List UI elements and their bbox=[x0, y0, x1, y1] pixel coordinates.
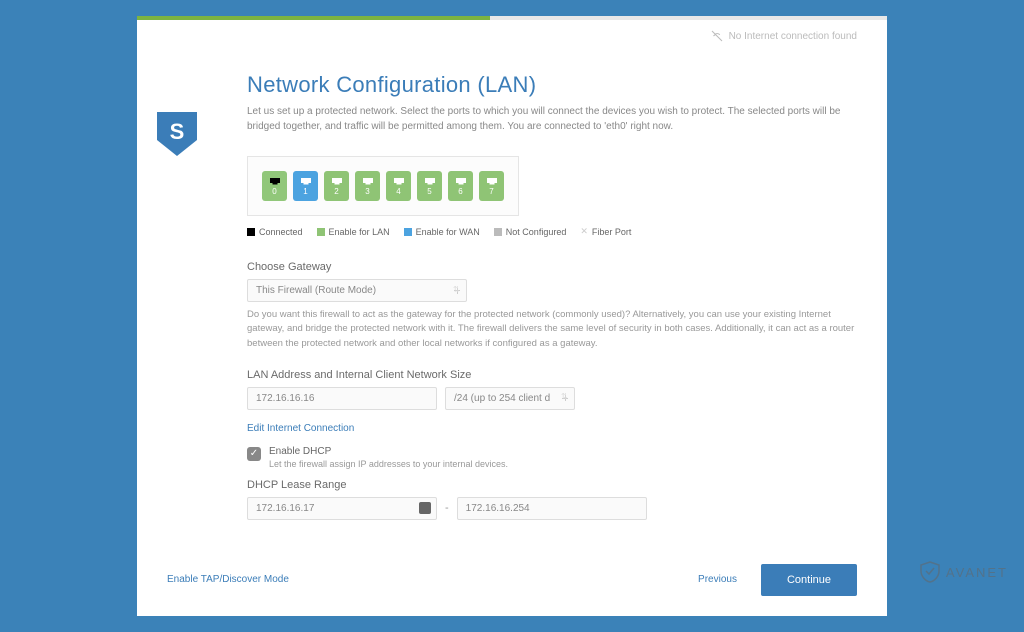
dhcp-range-row: - bbox=[247, 497, 857, 520]
ip-picker-icon[interactable] bbox=[419, 502, 431, 514]
dhcp-enable-row: ✓ Enable DHCP Let the firewall assign IP… bbox=[247, 446, 857, 469]
dhcp-enable-label: Enable DHCP bbox=[269, 446, 508, 457]
legend-connected: Connected bbox=[247, 227, 303, 237]
ethernet-icon bbox=[362, 176, 374, 186]
ethernet-icon bbox=[393, 176, 405, 186]
ethernet-icon bbox=[300, 176, 312, 186]
ethernet-icon bbox=[269, 176, 281, 186]
ethernet-icon bbox=[455, 176, 467, 186]
dhcp-start-wrap bbox=[247, 497, 437, 520]
ports-container: 0 1 2 3 4 5 6 7 bbox=[247, 156, 519, 216]
subnet-select-wrap: /24 (up to 254 client devices) bbox=[445, 387, 575, 410]
main-content: S Network Configuration (LAN) Let us set… bbox=[137, 72, 887, 540]
port-0[interactable]: 0 bbox=[262, 171, 287, 201]
no-internet-icon bbox=[711, 30, 723, 42]
port-number: 3 bbox=[365, 187, 369, 196]
brand-logo-icon: S bbox=[157, 112, 197, 158]
previous-button[interactable]: Previous bbox=[698, 574, 737, 585]
edit-internet-link[interactable]: Edit Internet Connection bbox=[247, 423, 354, 434]
port-number: 6 bbox=[458, 187, 462, 196]
no-internet-text: No Internet connection found bbox=[729, 31, 857, 42]
subnet-select[interactable]: /24 (up to 254 client devices) bbox=[445, 387, 575, 410]
page-subtitle: Let us set up a protected network. Selec… bbox=[247, 104, 857, 134]
lan-label: LAN Address and Internal Client Network … bbox=[247, 369, 857, 381]
ethernet-icon bbox=[486, 176, 498, 186]
port-number: 4 bbox=[396, 187, 400, 196]
legend-not-configured: Not Configured bbox=[494, 227, 567, 237]
legend-wan: Enable for WAN bbox=[404, 227, 480, 237]
page-title: Network Configuration (LAN) bbox=[247, 72, 857, 98]
dhcp-range-label: DHCP Lease Range bbox=[247, 479, 857, 491]
port-2[interactable]: 2 bbox=[324, 171, 349, 201]
port-5[interactable]: 5 bbox=[417, 171, 442, 201]
gateway-select[interactable]: This Firewall (Route Mode) bbox=[247, 279, 467, 302]
port-number: 5 bbox=[427, 187, 431, 196]
ethernet-icon bbox=[331, 176, 343, 186]
port-1[interactable]: 1 bbox=[293, 171, 318, 201]
top-status: No Internet connection found bbox=[137, 20, 887, 42]
wizard-container: No Internet connection found S Network C… bbox=[137, 16, 887, 616]
dhcp-enable-desc: Let the firewall assign IP addresses to … bbox=[269, 459, 508, 469]
lan-row: /24 (up to 254 client devices) bbox=[247, 387, 857, 410]
gateway-label: Choose Gateway bbox=[247, 261, 857, 273]
port-6[interactable]: 6 bbox=[448, 171, 473, 201]
ports-legend: Connected Enable for LAN Enable for WAN … bbox=[247, 226, 857, 237]
range-dash: - bbox=[445, 502, 449, 514]
dhcp-start-input[interactable] bbox=[247, 497, 437, 520]
gateway-help: Do you want this firewall to act as the … bbox=[247, 308, 857, 351]
legend-lan: Enable for LAN bbox=[317, 227, 390, 237]
port-3[interactable]: 3 bbox=[355, 171, 380, 201]
tap-mode-link[interactable]: Enable TAP/Discover Mode bbox=[167, 574, 289, 585]
watermark-shield-icon bbox=[920, 561, 940, 583]
port-number: 1 bbox=[303, 187, 307, 196]
watermark-text: AVANET bbox=[946, 565, 1008, 580]
ethernet-icon bbox=[424, 176, 436, 186]
port-7[interactable]: 7 bbox=[479, 171, 504, 201]
port-4[interactable]: 4 bbox=[386, 171, 411, 201]
wizard-footer: Enable TAP/Discover Mode Previous Contin… bbox=[137, 564, 887, 616]
gateway-select-wrap: This Firewall (Route Mode) bbox=[247, 279, 467, 302]
dhcp-end-input[interactable] bbox=[457, 497, 647, 520]
port-number: 2 bbox=[334, 187, 338, 196]
port-number: 0 bbox=[272, 187, 276, 196]
legend-fiber: ✕Fiber Port bbox=[580, 226, 631, 237]
svg-text:S: S bbox=[170, 119, 185, 144]
lan-address-input[interactable] bbox=[247, 387, 437, 410]
continue-button[interactable]: Continue bbox=[761, 564, 857, 596]
watermark: AVANET bbox=[920, 561, 1008, 583]
port-number: 7 bbox=[489, 187, 493, 196]
dhcp-enable-checkbox[interactable]: ✓ bbox=[247, 447, 261, 461]
